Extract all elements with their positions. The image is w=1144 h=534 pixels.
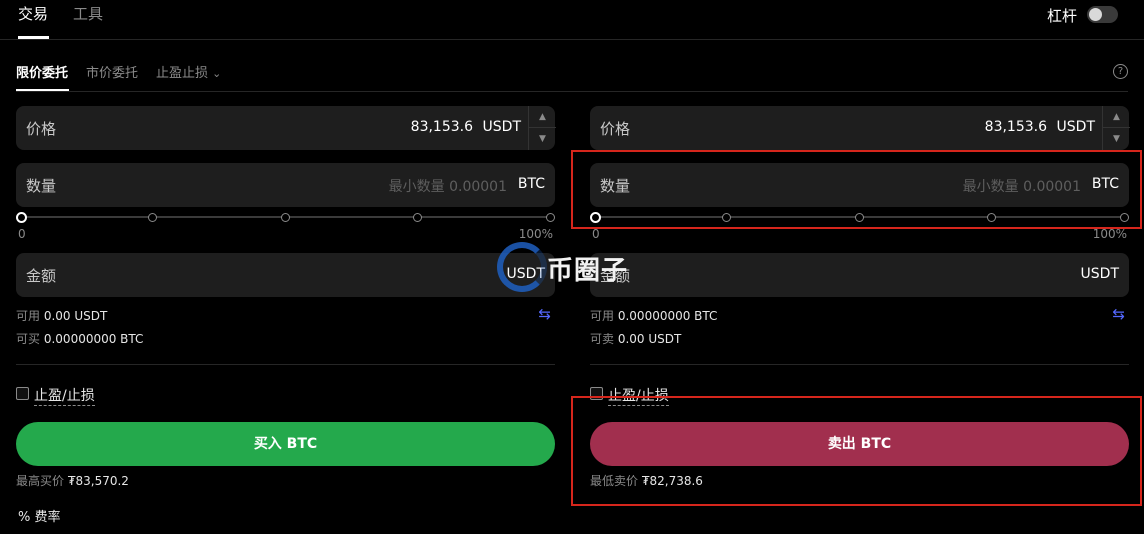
sell-price-value: 83,153.6 xyxy=(984,119,1047,135)
swap-icon[interactable]: ⇆ xyxy=(1112,305,1125,323)
slider-step-50[interactable] xyxy=(281,213,290,222)
sell-amount-label: 金额 xyxy=(600,267,631,285)
chevron-up-icon[interactable]: ▲ xyxy=(529,106,556,128)
buy-amount-unit: USDT xyxy=(506,266,545,282)
can-sell-label: 可卖 xyxy=(590,332,615,346)
chevron-down-icon[interactable]: ▼ xyxy=(1103,128,1130,150)
slider-step-100[interactable] xyxy=(546,213,555,222)
highlight-box-sell-button xyxy=(571,396,1142,506)
fee-rate-link[interactable]: % 费率 xyxy=(18,506,61,525)
sell-price-field[interactable]: 价格 83,153.6 USDT ▲ ▼ xyxy=(590,106,1130,150)
buy-price-unit: USDT xyxy=(482,119,521,135)
highlight-box-quantity xyxy=(571,150,1142,229)
slider-max-label: 100% xyxy=(518,227,553,241)
chevron-down-icon[interactable]: ▼ xyxy=(529,128,556,150)
sell-max: 可卖 0.00 USDT xyxy=(590,330,681,347)
slider-step-75[interactable] xyxy=(413,213,422,222)
buy-max: 可买 0.00000000 BTC xyxy=(16,330,143,347)
buy-button[interactable]: 买入 BTC xyxy=(16,422,555,466)
buy-panel: 价格 83,153.6 USDT ▲ ▼ 数量 最小数量 0.00001 BTC… xyxy=(16,0,556,534)
slider-min-label: 0 xyxy=(592,227,600,241)
sell-price-stepper[interactable]: ▲ ▼ xyxy=(1102,106,1130,150)
buy-price-label: 价格 xyxy=(26,120,57,138)
sell-price-unit: USDT xyxy=(1056,119,1095,135)
best-buy-value: ₮83,570.2 xyxy=(67,474,129,488)
buy-price-stepper[interactable]: ▲ ▼ xyxy=(528,106,556,150)
buy-quantity-field[interactable]: 数量 最小数量 0.00001 BTC xyxy=(16,163,555,207)
buy-amount-field[interactable]: 金额 USDT xyxy=(16,253,555,297)
sell-amount-unit: USDT xyxy=(1080,266,1119,282)
sell-divider xyxy=(590,364,1129,365)
slider-max-label: 100% xyxy=(1092,227,1127,241)
fee-rate-label: 费率 xyxy=(34,510,61,525)
buy-tpsl-label[interactable]: 止盈/止损 xyxy=(34,385,95,406)
sell-price-label: 价格 xyxy=(600,120,631,138)
sell-amount-field[interactable]: 金额 USDT xyxy=(590,253,1129,297)
available-label: 可用 xyxy=(590,309,615,323)
chevron-up-icon[interactable]: ▲ xyxy=(1103,106,1130,128)
buy-best-price: 最高买价 ₮83,570.2 xyxy=(16,472,129,489)
can-buy-value: 0.00000000 BTC xyxy=(43,332,144,346)
buy-price-value: 83,153.6 xyxy=(410,119,473,135)
buy-quantity-unit: BTC xyxy=(517,176,545,192)
best-buy-label: 最高买价 xyxy=(16,474,65,488)
available-value: 0.00000000 BTC xyxy=(617,309,718,323)
can-sell-value: 0.00 USDT xyxy=(617,332,682,346)
percent-icon: % xyxy=(18,510,31,525)
buy-quantity-placeholder: 最小数量 0.00001 xyxy=(388,179,507,195)
available-label: 可用 xyxy=(16,309,41,323)
slider-handle[interactable] xyxy=(16,212,27,223)
slider-step-25[interactable] xyxy=(148,213,157,222)
buy-amount-label: 金额 xyxy=(26,267,57,285)
buy-price-field[interactable]: 价格 83,153.6 USDT ▲ ▼ xyxy=(16,106,556,150)
buy-tpsl-checkbox[interactable] xyxy=(16,387,29,400)
sell-available: 可用 0.00000000 BTC xyxy=(590,307,717,324)
swap-icon[interactable]: ⇆ xyxy=(538,305,551,323)
buy-quantity-slider[interactable] xyxy=(16,210,555,224)
buy-available: 可用 0.00 USDT xyxy=(16,307,107,324)
slider-min-label: 0 xyxy=(18,227,26,241)
buy-divider xyxy=(16,364,555,365)
can-buy-label: 可买 xyxy=(16,332,41,346)
available-value: 0.00 USDT xyxy=(43,309,108,323)
buy-quantity-label: 数量 xyxy=(26,177,57,195)
